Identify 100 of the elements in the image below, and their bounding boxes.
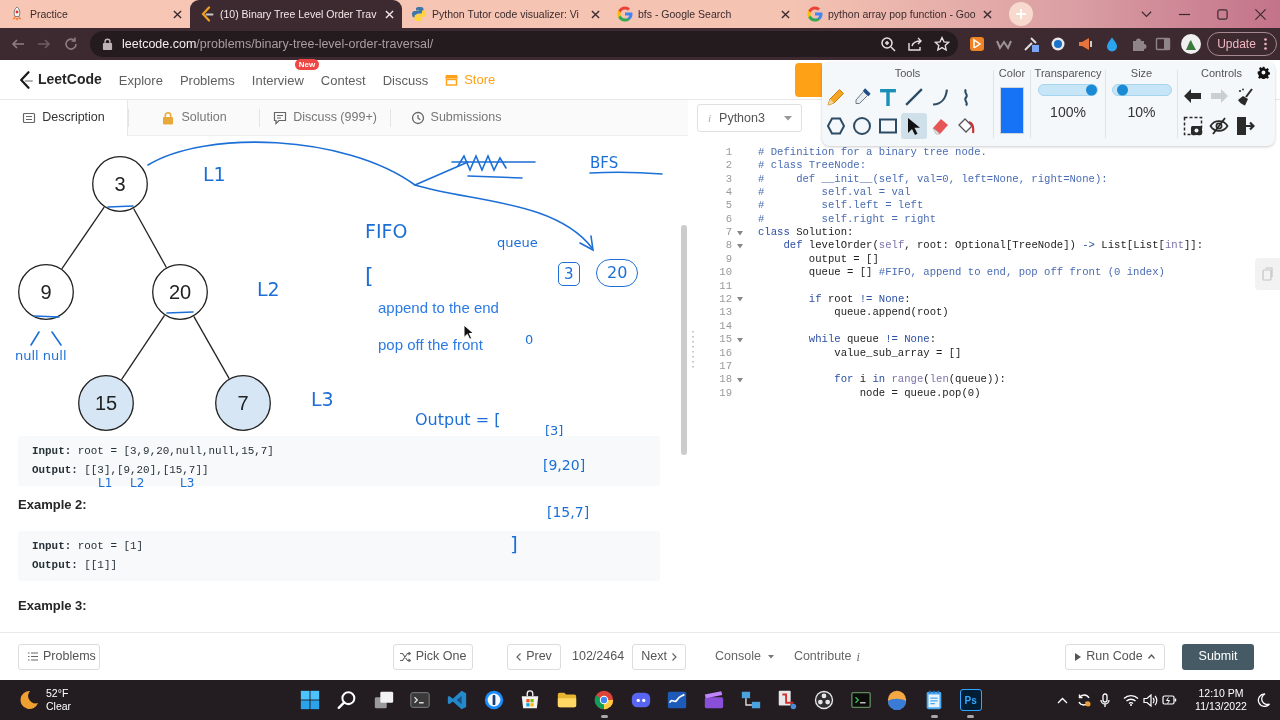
puzzle-icon[interactable] <box>1131 36 1147 52</box>
fold-caret-icon[interactable] <box>737 243 743 249</box>
screenshot-icon <box>1182 116 1203 136</box>
temperature[interactable]: 52°F <box>46 687 72 700</box>
panel-tab[interactable]: Submissions <box>391 99 521 136</box>
sidebar-icon[interactable] <box>1155 36 1171 52</box>
nav-link[interactable]: Explore <box>118 72 163 88</box>
reload-icon[interactable] <box>63 36 79 52</box>
code-line: value_sub_array = [] <box>833 345 962 361</box>
panel-tab[interactable]: Solution <box>129 99 259 136</box>
crescent-icon[interactable] <box>1257 693 1270 707</box>
app-icon[interactable]: Ps <box>959 689 982 711</box>
wifi-icon[interactable] <box>1123 694 1139 706</box>
panel-tab[interactable]: Description <box>0 99 128 136</box>
handwritten-note: Output = [ <box>415 411 501 430</box>
size-slider[interactable] <box>1111 84 1172 96</box>
fold-caret-icon[interactable] <box>737 230 743 236</box>
avatar-icon[interactable] <box>1181 34 1201 54</box>
next-button[interactable]: Next <box>632 643 686 670</box>
orb-icon[interactable] <box>886 689 909 711</box>
rocket-icon <box>9 6 25 22</box>
zoom-in-icon[interactable] <box>880 36 896 52</box>
task-view-icon[interactable] <box>372 689 395 711</box>
logo-icon[interactable] <box>19 70 33 89</box>
weather-condition[interactable]: Clear <box>46 700 72 713</box>
chart-icon[interactable] <box>666 689 689 711</box>
prev-button[interactable]: Prev <box>507 643 561 670</box>
tool-button[interactable] <box>901 113 927 139</box>
gear-icon[interactable] <box>1257 66 1270 79</box>
droplet-icon[interactable] <box>1104 36 1120 52</box>
nav-link[interactable]: Contest <box>320 72 366 88</box>
url-text[interactable]: leetcode.com/problems/binary-tree-level-order-traversal/ <box>122 34 434 54</box>
problems-button[interactable]: Problems <box>18 643 100 670</box>
lock-icon <box>102 38 113 50</box>
star-icon[interactable] <box>934 36 950 52</box>
clock-time[interactable]: 12:10 PM <box>1198 687 1244 700</box>
console-button[interactable]: Console <box>715 647 774 666</box>
contribute-button[interactable]: Contribute i <box>793 647 860 666</box>
clapboard-icon[interactable] <box>702 689 725 711</box>
panel-tab[interactable]: Discuss (999+) <box>260 99 390 136</box>
eyedropper-icon[interactable] <box>1023 36 1039 52</box>
eyedropper-icon <box>852 87 872 107</box>
play-tile-icon[interactable] <box>969 36 985 52</box>
color-swatch[interactable] <box>1000 87 1024 134</box>
microphone-icon[interactable] <box>1100 692 1110 708</box>
section-title: Tools <box>894 66 921 80</box>
megaphone-icon[interactable] <box>1077 36 1093 52</box>
polygon-icon <box>826 116 846 136</box>
fold-caret-icon[interactable] <box>737 377 743 383</box>
fold-caret-icon[interactable] <box>737 337 743 343</box>
page-icon[interactable] <box>776 689 799 711</box>
browser-tab[interactable]: Practice <box>0 0 190 28</box>
slider-thumb[interactable] <box>1117 84 1129 96</box>
sync-icon[interactable] <box>1077 693 1091 707</box>
browser-tab[interactable]: python array pop function - Goo <box>798 0 1000 28</box>
ring-icon[interactable] <box>1050 36 1066 52</box>
close-icon[interactable] <box>983 9 992 19</box>
handwritten-note: FIFO <box>365 221 408 243</box>
fold-caret-icon[interactable] <box>737 297 743 303</box>
close-icon[interactable] <box>173 9 182 19</box>
tree-edge <box>193 315 230 380</box>
nav-link[interactable]: Problems <box>179 72 235 88</box>
line-number: 1 <box>724 144 732 160</box>
pick-one-button[interactable]: Pick One <box>393 643 473 670</box>
chevron-up-icon[interactable] <box>1057 696 1068 704</box>
network-icon[interactable] <box>739 689 762 711</box>
browser-tab[interactable]: Python Tutor code visualizer: Vi <box>402 0 608 28</box>
line-number: 12 <box>718 292 732 308</box>
transparency-slider[interactable] <box>1038 84 1098 96</box>
submit-button[interactable]: Submit <box>1182 643 1254 670</box>
keyhole-icon[interactable] <box>482 689 505 711</box>
console-icon[interactable] <box>849 689 872 711</box>
run-code-button[interactable]: Run Code <box>1065 643 1165 670</box>
scrollbar-thumb[interactable] <box>681 225 687 455</box>
code-line: # self.left = left <box>758 198 924 214</box>
g-logo-icon <box>807 6 823 22</box>
address-bar[interactable]: leetcode.com/problems/binary-tree-level-order-traversal/ <box>90 31 958 57</box>
browser-tab[interactable]: (10) Binary Tree Level Order Trav <box>190 0 402 28</box>
clock-date[interactable]: 11/13/2022 <box>1195 700 1247 713</box>
slider-thumb[interactable] <box>1086 84 1097 96</box>
underline-stroke <box>166 311 194 314</box>
nav-link[interactable]: Interview <box>251 72 304 88</box>
underline-stroke <box>107 205 134 208</box>
terminal-icon[interactable] <box>409 689 432 711</box>
close-icon[interactable] <box>591 9 600 19</box>
restore-icon[interactable] <box>1215 7 1229 21</box>
battery-icon[interactable] <box>1162 694 1177 706</box>
code-line: output = [] <box>807 251 879 267</box>
browser-tab[interactable]: bfs - Google Search <box>608 0 798 28</box>
volume-icon[interactable] <box>1143 693 1158 707</box>
brand-name[interactable]: LeetCode <box>38 69 102 90</box>
close-icon[interactable] <box>781 9 790 19</box>
color-wheel-icon[interactable] <box>592 689 615 711</box>
nav-link[interactable]: Discuss <box>382 72 429 88</box>
start-icon[interactable] <box>299 689 322 711</box>
moon-icon[interactable] <box>18 690 38 710</box>
language-select[interactable]: i Python3 <box>697 104 802 132</box>
share-icon[interactable] <box>907 36 923 52</box>
circles-icon[interactable] <box>812 689 835 711</box>
ribbon-icon[interactable] <box>446 689 469 711</box>
